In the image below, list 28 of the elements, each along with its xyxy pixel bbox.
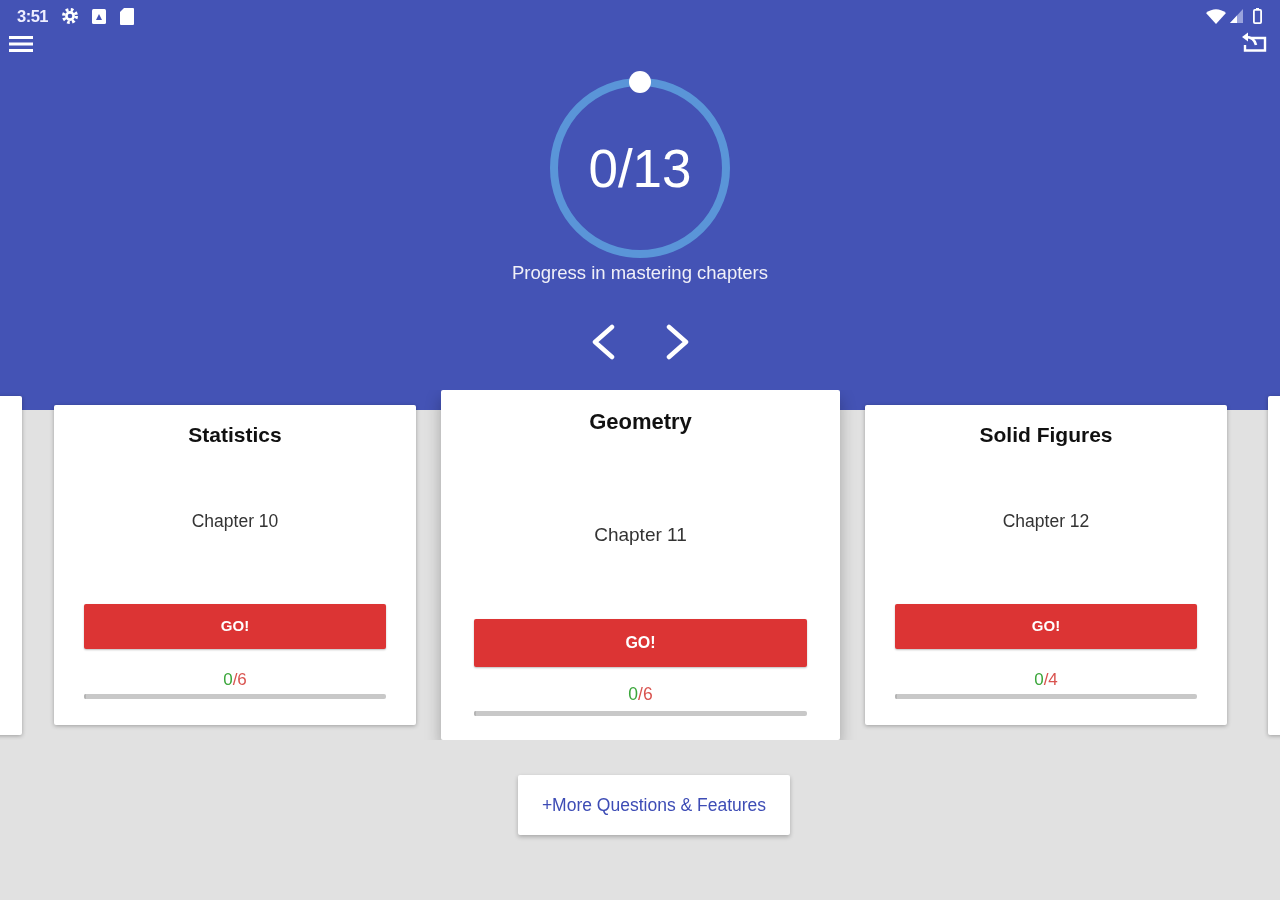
menu-icon — [9, 35, 33, 53]
box-arrow-icon — [1241, 31, 1267, 52]
more-features-button[interactable]: +More Questions & Features — [518, 775, 790, 835]
score-text: 0/6 — [628, 684, 653, 704]
status-time: 3:51 — [17, 5, 49, 27]
battery-icon — [1253, 8, 1262, 24]
wifi-icon — [1206, 8, 1226, 24]
chapter-card[interactable]: Statistics Chapter 10 GO! 0/6 — [54, 405, 416, 725]
sd-card-icon — [120, 7, 135, 25]
score-text: 0/6 — [223, 670, 247, 690]
go-button[interactable]: GO! — [84, 604, 386, 649]
chapter-label: Chapter 11 — [594, 524, 687, 546]
chapter-card[interactable]: Geometry Chapter 11 GO! 0/6 — [441, 390, 840, 740]
score-text: 0/4 — [1034, 670, 1058, 690]
go-button[interactable]: GO! — [895, 604, 1197, 649]
chapter-label: Chapter 12 — [1002, 510, 1090, 532]
chapter-card[interactable]: Solid Figures Chapter 12 GO! 0/4 — [865, 405, 1227, 725]
signal-icon — [1230, 9, 1243, 23]
image-icon — [92, 8, 107, 24]
gear-icon — [62, 8, 79, 24]
chevron-right-icon — [664, 324, 691, 360]
chapter-label: Chapter 10 — [191, 510, 279, 532]
progress-count: 0/13 — [588, 141, 692, 195]
progress-caption: Progress in mastering chapters — [512, 262, 768, 284]
chapter-title: Solid Figures — [979, 422, 1113, 448]
chapter-title: Geometry — [589, 408, 692, 436]
chapter-title: Statistics — [188, 422, 282, 448]
go-button[interactable]: GO! — [474, 619, 807, 667]
